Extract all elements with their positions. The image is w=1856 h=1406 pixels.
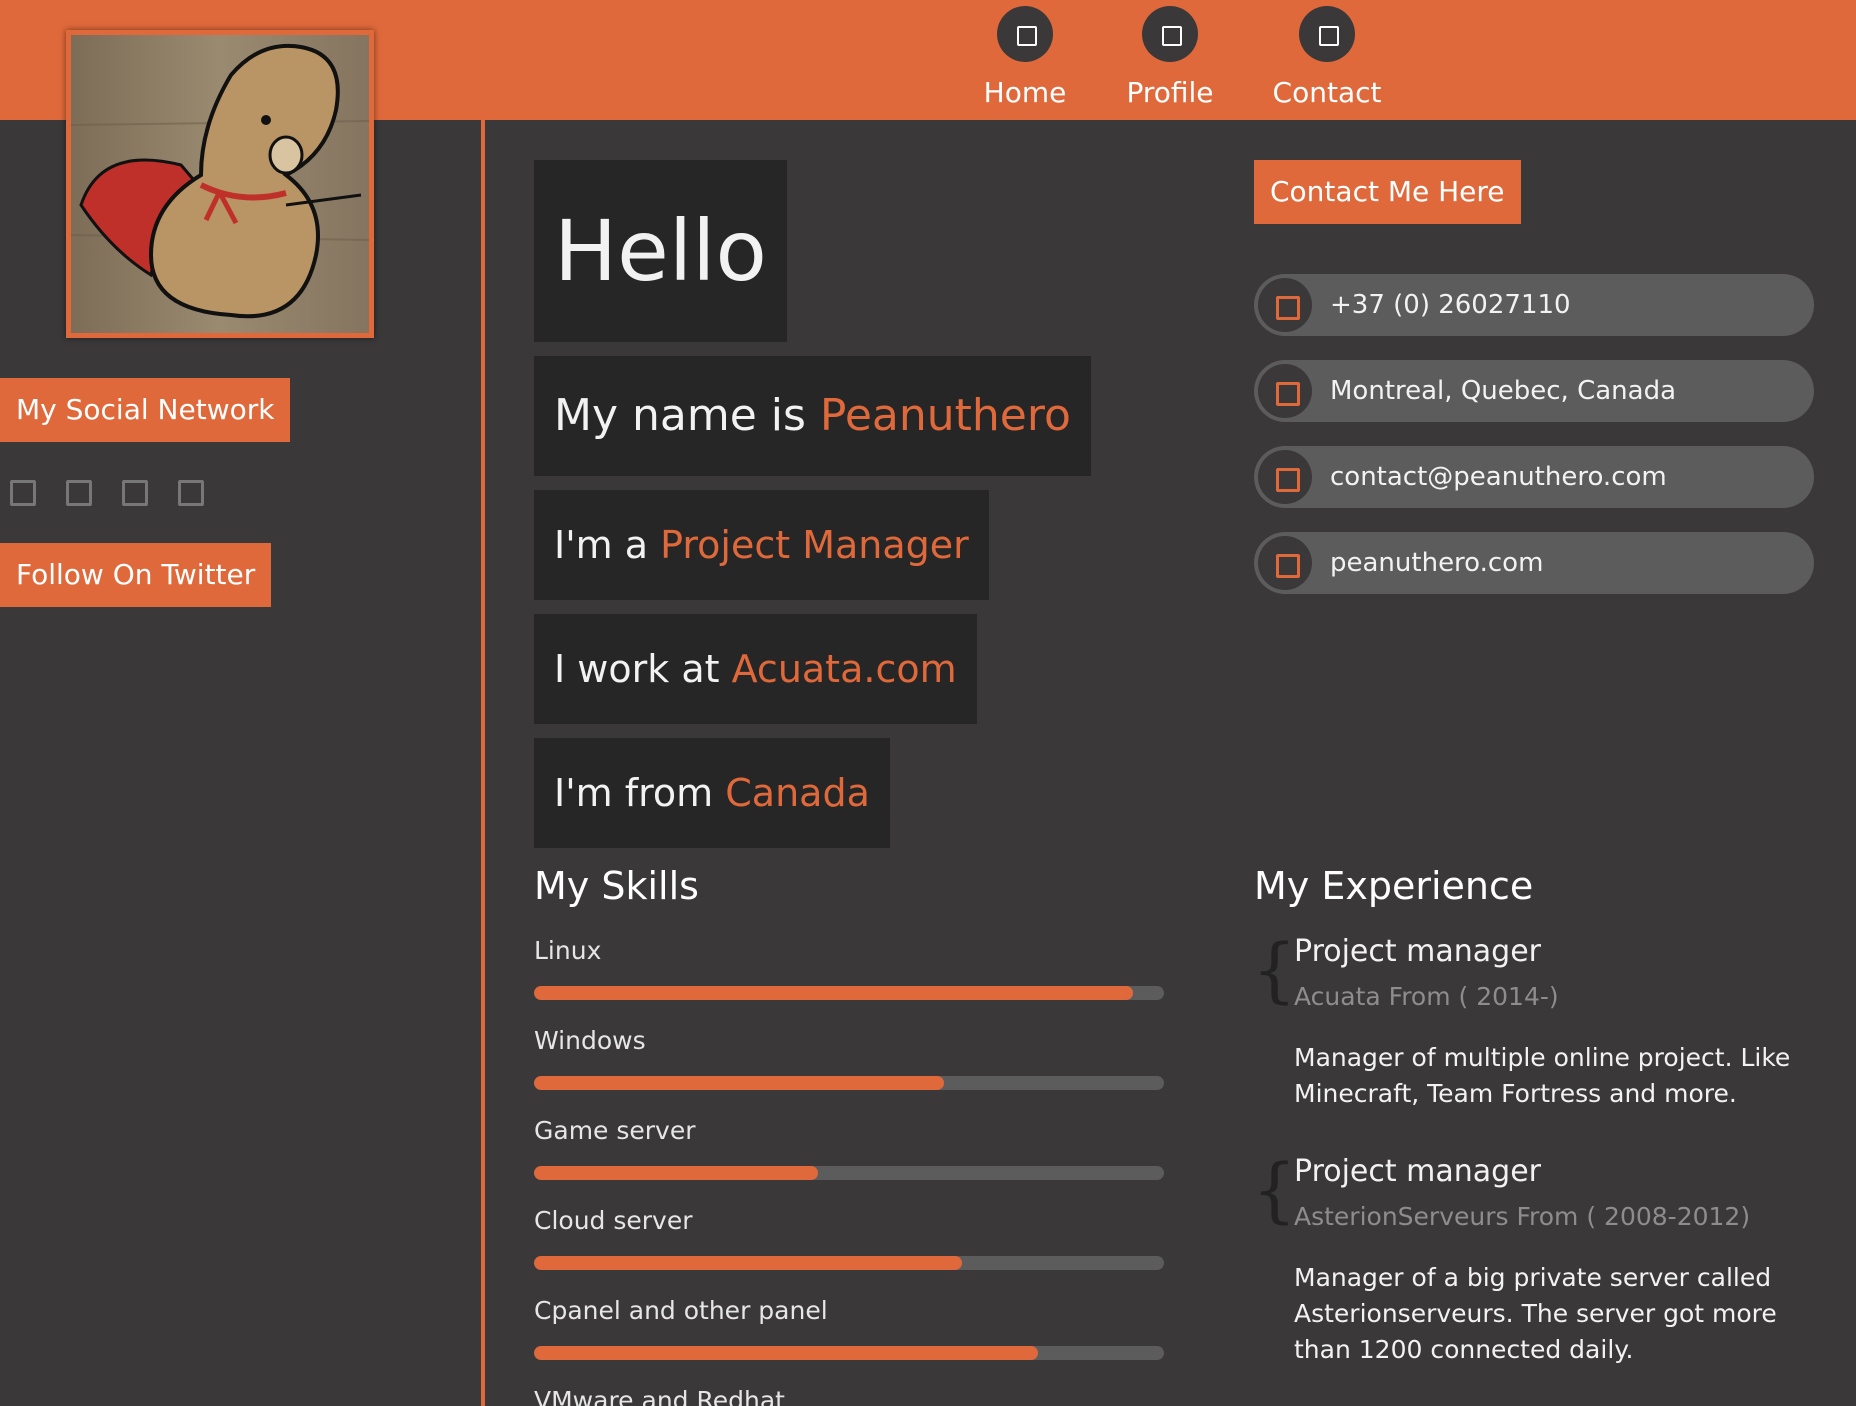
experience-brace-icon: { bbox=[1252, 929, 1297, 1011]
skill-bar-fill bbox=[534, 1076, 944, 1090]
skill-bar bbox=[534, 986, 1164, 1000]
skill-bar bbox=[534, 1166, 1164, 1180]
from-prefix: I'm from bbox=[554, 771, 726, 815]
contact-phone-text: +37 (0) 26027110 bbox=[1330, 290, 1571, 320]
work-prefix: I work at bbox=[554, 647, 732, 691]
avatar bbox=[66, 30, 374, 338]
skill-label: Cpanel and other panel bbox=[534, 1296, 828, 1325]
hero-role: I'm a Project Manager bbox=[534, 490, 989, 600]
experience-2-subtitle: AsterionServeurs From ( 2008-2012) bbox=[1294, 1202, 1751, 1231]
social-icon-3[interactable] bbox=[122, 480, 148, 506]
nav-item-profile[interactable]: Profile bbox=[1105, 6, 1235, 109]
skill-label: VMware and Redhat bbox=[534, 1386, 785, 1406]
skill-label: Linux bbox=[534, 936, 602, 965]
hero-work: I work at Acuata.com bbox=[534, 614, 977, 724]
home-icon bbox=[997, 6, 1053, 62]
nav-label-home: Home bbox=[983, 76, 1067, 109]
contact-email-text: contact@peanuthero.com bbox=[1330, 462, 1667, 492]
skill-bar-fill bbox=[534, 1256, 963, 1270]
experience-1-description: Manager of multiple online project. Like… bbox=[1294, 1043, 1791, 1108]
skill-label: Cloud server bbox=[534, 1206, 693, 1235]
social-icon-2[interactable] bbox=[66, 480, 92, 506]
contact-phone[interactable]: +37 (0) 26027110 bbox=[1254, 274, 1814, 336]
skill-bar-fill bbox=[534, 1346, 1038, 1360]
skill-bar bbox=[534, 1346, 1164, 1360]
experience-2-title: Project manager bbox=[1294, 1154, 1542, 1189]
contact-website[interactable]: peanuthero.com bbox=[1254, 532, 1814, 594]
follow-twitter-button[interactable]: Follow On Twitter bbox=[0, 543, 272, 607]
role-prefix: I'm a bbox=[554, 523, 661, 567]
role-value: Project Manager bbox=[660, 523, 969, 567]
skills-title: My Skills bbox=[534, 864, 699, 908]
skill-bar-fill bbox=[534, 1166, 818, 1180]
greeting-text: Hello bbox=[554, 202, 767, 300]
nav-label-contact: Contact bbox=[1272, 76, 1382, 109]
hero-greeting: Hello bbox=[534, 160, 787, 342]
experience-1-title: Project manager bbox=[1294, 934, 1542, 969]
skill-bar bbox=[534, 1256, 1164, 1270]
work-value: Acuata.com bbox=[731, 647, 957, 691]
experience-title: My Experience bbox=[1254, 864, 1534, 908]
social-icon-4[interactable] bbox=[178, 480, 204, 506]
contact-email[interactable]: contact@peanuthero.com bbox=[1254, 446, 1814, 508]
name-value: Peanuthero bbox=[819, 390, 1071, 441]
from-value: Canada bbox=[725, 771, 870, 815]
contact-location-text: Montreal, Quebec, Canada bbox=[1330, 376, 1677, 406]
social-icon-1[interactable] bbox=[10, 480, 36, 506]
skill-label: Windows bbox=[534, 1026, 646, 1055]
globe-icon bbox=[1258, 536, 1312, 590]
profile-icon bbox=[1142, 6, 1198, 62]
skill-bar bbox=[534, 1076, 1164, 1090]
contact-title: Contact Me Here bbox=[1254, 160, 1521, 224]
contact-icon bbox=[1299, 6, 1355, 62]
social-network-title: My Social Network bbox=[0, 378, 291, 442]
location-icon bbox=[1258, 364, 1312, 418]
email-icon bbox=[1258, 450, 1312, 504]
name-prefix: My name is bbox=[554, 390, 820, 441]
experience-1-subtitle: Acuata From ( 2014-) bbox=[1294, 982, 1559, 1011]
experience-brace-icon: { bbox=[1252, 1149, 1297, 1231]
nav-label-profile: Profile bbox=[1126, 76, 1214, 109]
nav-item-home[interactable]: Home bbox=[960, 6, 1090, 109]
phone-icon bbox=[1258, 278, 1312, 332]
skill-bar-fill bbox=[534, 986, 1133, 1000]
hero-from: I'm from Canada bbox=[534, 738, 890, 848]
skill-label: Game server bbox=[534, 1116, 696, 1145]
hero-name: My name is Peanuthero bbox=[534, 356, 1091, 476]
contact-location[interactable]: Montreal, Quebec, Canada bbox=[1254, 360, 1814, 422]
sidebar-divider bbox=[481, 0, 485, 1406]
nav-item-contact[interactable]: Contact bbox=[1262, 6, 1392, 109]
experience-2-description: Manager of a big private server called A… bbox=[1294, 1263, 1777, 1364]
contact-website-text: peanuthero.com bbox=[1330, 548, 1544, 578]
